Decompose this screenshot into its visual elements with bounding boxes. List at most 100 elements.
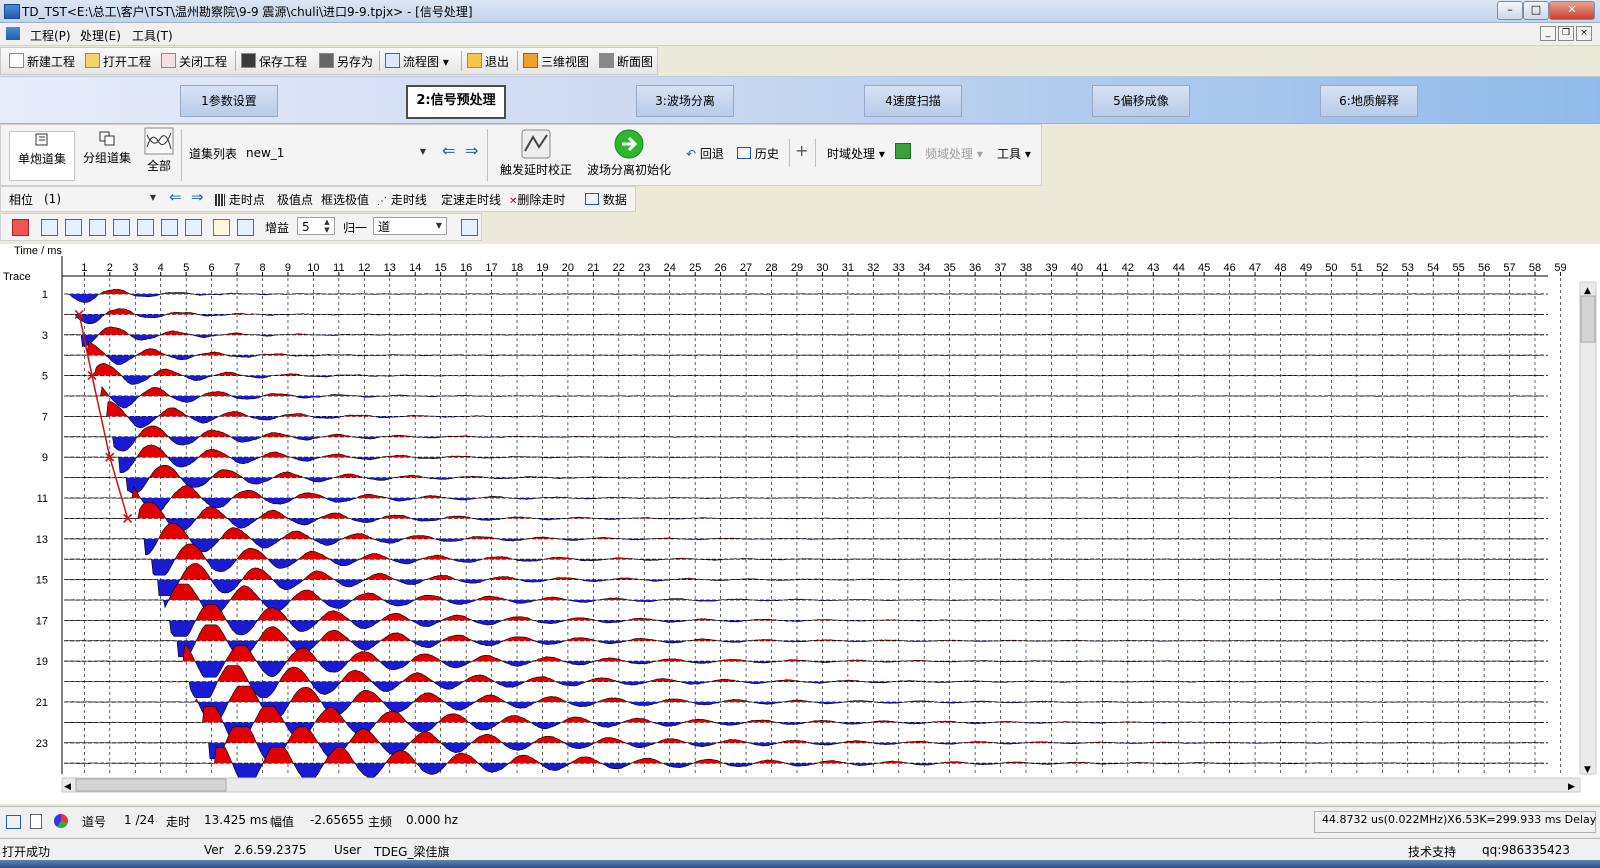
step-1-button[interactable]: 1参数设置	[180, 85, 278, 117]
prev-arrow-icon[interactable]: ⇐	[169, 188, 182, 206]
horizontal-scrollbar-thumb[interactable]	[75, 778, 227, 792]
flow-chart-icon	[385, 53, 400, 68]
refresh-icon[interactable]	[461, 219, 478, 236]
menu-project[interactable]: 工程(P)	[30, 27, 71, 44]
calendar-icon[interactable]	[12, 219, 29, 236]
seismic-wiggle-plot[interactable]: Time / msTrace1 2 3 4 5 6 7 8 9 10 11 12 13 14 15 16 17 1…	[0, 244, 1600, 804]
next-gather-arrow-icon[interactable]: ⇒	[465, 141, 478, 160]
undo-button[interactable]: ↶ 回退	[686, 145, 724, 162]
tech-support-link[interactable]: 技术支持	[1408, 843, 1456, 860]
close-project-button[interactable]: 关闭工程	[161, 53, 227, 70]
step-5-button[interactable]: 5偏移成像	[1092, 85, 1190, 117]
time-tick-label: 9	[285, 262, 291, 274]
save-project-button[interactable]: 保存工程	[241, 53, 307, 70]
expand-horizontal-icon[interactable]	[41, 219, 58, 236]
scroll-up-icon[interactable]: ▲	[1584, 286, 1591, 296]
vertical-scrollbar[interactable]	[1579, 281, 1597, 775]
trace-wiggle	[65, 341, 1544, 365]
flow-chart-button[interactable]: 流程图 ▾	[385, 53, 449, 70]
trace-tick-label: 21	[36, 697, 48, 709]
zoom-box-icon[interactable]	[237, 219, 254, 236]
mdi-minimize-button[interactable]: _	[1540, 26, 1556, 41]
freq-domain-menu[interactable]: 频域处理 ▾	[925, 145, 983, 162]
window-icon[interactable]	[6, 815, 21, 829]
maximize-button[interactable]: □	[1523, 1, 1549, 20]
prev-gather-arrow-icon[interactable]: ⇐	[442, 141, 455, 160]
trace-tick-label: 9	[42, 452, 48, 464]
wavefield-init-button[interactable]: 波场分离初始化	[583, 129, 675, 178]
minimize-button[interactable]: –	[1497, 1, 1523, 20]
travel-line-button[interactable]: ⋰ 走时线	[377, 191, 427, 208]
trace-positive-fill	[66, 341, 1544, 356]
open-project-button[interactable]: 打开工程	[85, 53, 151, 70]
time-domain-menu[interactable]: 时域处理 ▾	[827, 145, 885, 162]
travel-point-button[interactable]: 走时点	[215, 191, 265, 208]
gain-stepper[interactable]: 5 ▲ ▼	[297, 217, 335, 235]
step-3-button[interactable]: 3:波场分离	[636, 85, 734, 117]
trace-wiggle	[65, 386, 1544, 409]
expand-vertical-icon[interactable]	[113, 219, 130, 236]
fixed-speed-line-button[interactable]: 定速走时线	[441, 191, 501, 208]
pick-toolbar: 相位 (1) ▼ ⇐ ⇒ 走时点 极值点 框选极值 ⋰ 走时线 定速走时线 ✕删除…	[0, 186, 636, 212]
time-value: 13.425 ms	[204, 813, 268, 827]
stretch-horizontal-icon[interactable]	[65, 219, 82, 236]
exit-button[interactable]: 退出	[467, 53, 509, 70]
trigger-delay-correction-button[interactable]: 触发延时校正	[495, 129, 577, 178]
crosshair-icon[interactable]: +	[795, 141, 808, 160]
menu-process[interactable]: 处理(E)	[80, 27, 121, 44]
step-6-button[interactable]: 6:地质解释	[1320, 85, 1418, 117]
data-button[interactable]: 数据	[585, 191, 627, 208]
compress-horizontal-icon[interactable]	[89, 219, 106, 236]
stretch-vertical-icon[interactable]	[137, 219, 154, 236]
mdi-restore-button[interactable]: ❐	[1558, 26, 1574, 41]
scroll-down-icon[interactable]: ▼	[1584, 765, 1591, 775]
view-3d-button[interactable]: 三维视图	[523, 53, 589, 70]
phase-select[interactable]: (1) ▼	[39, 189, 161, 207]
info-bar: 打开成功 Ver 2.6.59.2375 User TDEG_梁佳旗 技术支持 …	[0, 838, 1600, 861]
extreme-point-button[interactable]: 极值点	[277, 191, 313, 208]
trace-positive-fill	[66, 523, 1544, 539]
step-4-button[interactable]: 4速度扫描	[864, 85, 962, 117]
time-tick-label: 26	[714, 262, 726, 274]
time-tick-label: 47	[1249, 262, 1261, 274]
close-button[interactable]: ✕	[1549, 1, 1595, 20]
delete-travel-button[interactable]: ✕删除走时	[509, 191, 565, 208]
page-icon[interactable]	[30, 814, 42, 829]
group-gather-button[interactable]: 分组道集	[77, 131, 137, 166]
time-tick-label: 57	[1503, 262, 1515, 274]
pie-chart-icon[interactable]	[54, 814, 68, 828]
time-tick-label: 44	[1173, 262, 1185, 274]
step-2-button[interactable]: 2:信号预处理	[406, 85, 506, 119]
history-button[interactable]: 历史	[737, 145, 779, 162]
next-arrow-icon[interactable]: ⇒	[191, 188, 204, 206]
normalize-select[interactable]: 道 ▼	[373, 217, 447, 235]
vertical-scrollbar-thumb[interactable]	[1580, 295, 1596, 343]
filter-icon[interactable]	[895, 143, 911, 159]
trace-wiggle	[66, 363, 1544, 385]
time-tick-label: 23	[638, 262, 650, 274]
seismic-plot-area[interactable]: Time / ms Trace 1 2 3 4 5 6 7 8 9 10 11 12 13 14 15 16 17 1…	[0, 244, 1600, 804]
mdi-close-button[interactable]: ×	[1576, 26, 1592, 41]
new-project-button[interactable]: 新建工程	[9, 53, 75, 70]
scroll-left-icon[interactable]: ◀	[64, 782, 71, 792]
time-tick-label: 13	[384, 262, 396, 274]
horizontal-scrollbar[interactable]	[61, 777, 1581, 793]
time-tick-label: 35	[944, 262, 956, 274]
hand-pan-icon[interactable]	[213, 219, 230, 236]
single-shot-gather-button[interactable]: 单炮道集	[9, 131, 75, 181]
scroll-right-icon[interactable]: ▶	[1568, 782, 1575, 792]
time-tick-label: 17	[485, 262, 497, 274]
tools-menu[interactable]: 工具 ▾	[997, 145, 1031, 162]
time-tick-label: 25	[689, 262, 701, 274]
time-tick-label: 42	[1122, 262, 1134, 274]
time-tick-label: 5	[183, 262, 189, 274]
all-gather-button[interactable]: 全部	[141, 127, 177, 174]
save-as-button[interactable]: 另存为	[319, 53, 373, 70]
section-button[interactable]: 断面图	[599, 53, 653, 70]
menu-tools[interactable]: 工具(T)	[132, 27, 173, 44]
compress-vertical-icon[interactable]	[161, 219, 178, 236]
trace-tick-label: 1	[42, 289, 48, 301]
gather-list-select[interactable]: new_1 ▼	[241, 143, 431, 161]
fit-all-icon[interactable]	[185, 219, 202, 236]
box-select-button[interactable]: 框选极值	[321, 191, 369, 208]
